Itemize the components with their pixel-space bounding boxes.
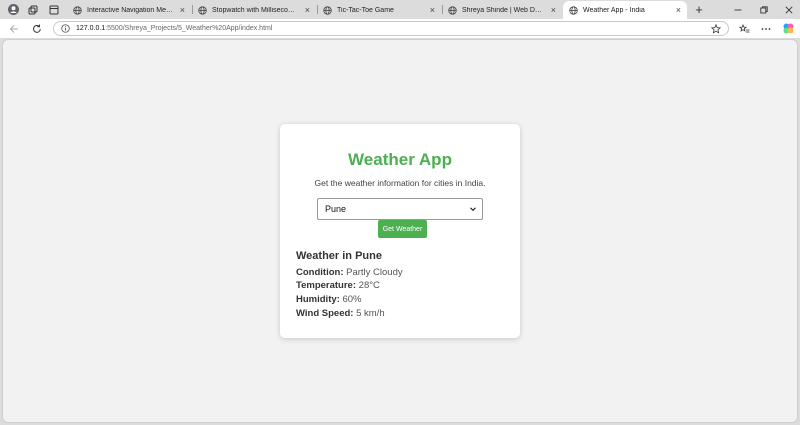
favorite-star-icon[interactable] (706, 19, 726, 38)
tab-label: Shreya Shinde | Web Developer P (462, 6, 545, 14)
wind-speed-row: Wind Speed: 5 km/h (296, 308, 385, 319)
tab-label: Stopwatch with Milliseconds (212, 6, 299, 14)
condition-value: Partly Cloudy (346, 267, 403, 278)
humidity-value: 60% (342, 294, 362, 305)
tab-label: Interactive Navigation Menu (87, 6, 174, 14)
url-host: 127.0.0.1 (76, 25, 106, 32)
temperature-label: Temperature: (296, 280, 357, 291)
result-heading: Weather in Pune (296, 250, 382, 262)
tab-label: Tic-Tac-Toe Game (337, 6, 394, 14)
city-select[interactable]: Pune (317, 198, 483, 220)
wind-speed-label: Wind Speed: (296, 308, 354, 319)
wind-speed-value: 5 km/h (356, 308, 385, 319)
reload-icon[interactable] (27, 19, 47, 38)
window-close-icon[interactable] (779, 0, 799, 19)
condition-row: Condition: Partly Cloudy (296, 267, 403, 278)
weather-card: Weather App Get the weather information … (280, 124, 520, 338)
page-title: Weather App (348, 150, 452, 169)
tab-stopwatch[interactable]: Stopwatch with Milliseconds × (192, 1, 316, 19)
humidity-label: Humidity: (296, 294, 340, 305)
restore-icon[interactable] (754, 0, 774, 19)
temperature-row: Temperature: 28°C (296, 280, 380, 291)
temperature-value: 28°C (358, 280, 380, 291)
globe-icon (448, 5, 457, 15)
close-icon[interactable]: × (305, 5, 310, 15)
get-weather-button[interactable]: Get Weather (378, 220, 427, 238)
back-arrow-icon[interactable] (4, 19, 24, 38)
profile-icon[interactable] (4, 0, 22, 19)
city-select-value: Pune (325, 204, 347, 214)
globe-icon (569, 5, 578, 15)
tab-shreya-shinde[interactable]: Shreya Shinde | Web Developer P × (442, 1, 562, 19)
favorites-icon[interactable] (734, 19, 754, 38)
tab-tic-tac-toe[interactable]: Tic-Tac-Toe Game × (317, 1, 441, 19)
close-icon[interactable]: × (180, 5, 185, 15)
workspaces-icon[interactable] (24, 0, 42, 19)
tab-weather-app[interactable]: Weather App - India × (563, 1, 687, 19)
new-tab-button[interactable]: + (690, 0, 708, 19)
close-icon[interactable]: × (551, 5, 556, 15)
chevron-down-icon (469, 205, 477, 215)
page-subtitle: Get the weather information for cities i… (314, 178, 486, 188)
tab-strip: Interactive Navigation Menu × Stopwatch … (0, 0, 800, 19)
tab-interactive-navigation-menu[interactable]: Interactive Navigation Menu × (67, 1, 191, 19)
close-icon[interactable]: × (676, 5, 681, 15)
humidity-row: Humidity: 60% (296, 294, 361, 305)
close-icon[interactable]: × (430, 5, 435, 15)
globe-icon (323, 5, 332, 15)
more-options-icon[interactable] (756, 19, 776, 38)
url-path: :5500/Shreya_Projects/5_Weather%20App/in… (105, 25, 273, 32)
tab-actions-icon[interactable] (45, 0, 63, 19)
copilot-icon[interactable] (778, 19, 798, 38)
browser-toolbar: 127.0.0.1:5500/Shreya_Projects/5_Weather… (0, 19, 800, 38)
condition-label: Condition: (296, 267, 344, 278)
globe-icon (198, 5, 207, 15)
address-bar[interactable]: 127.0.0.1:5500/Shreya_Projects/5_Weather… (53, 21, 729, 36)
info-icon[interactable] (61, 24, 70, 33)
tab-label: Weather App - India (583, 6, 645, 14)
globe-icon (73, 5, 82, 15)
minimize-icon[interactable] (728, 0, 748, 19)
